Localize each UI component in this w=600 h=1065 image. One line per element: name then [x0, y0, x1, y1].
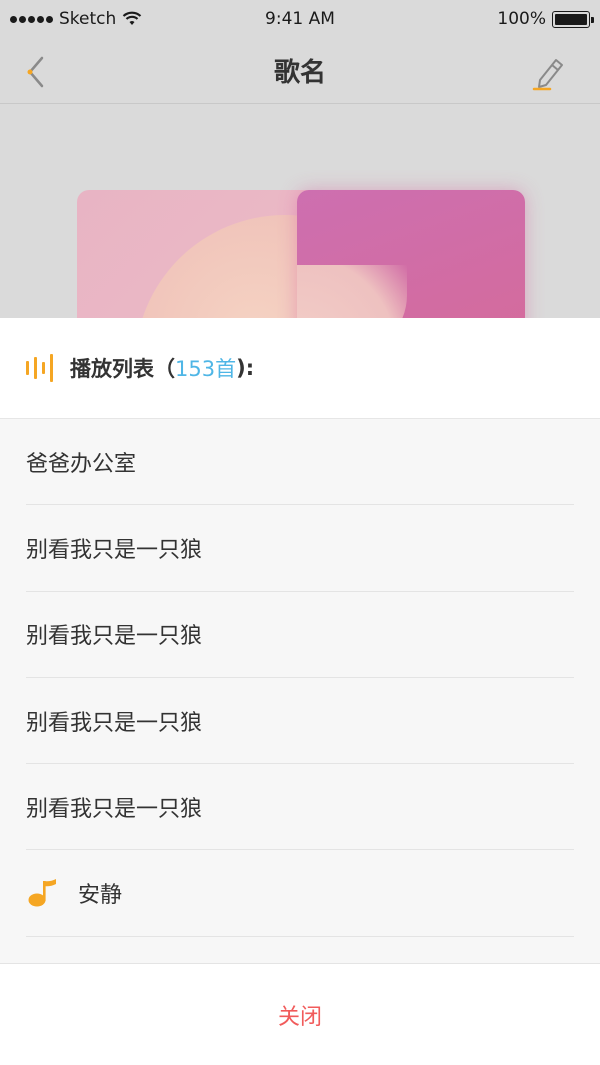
- chevron-left-icon: [27, 56, 44, 88]
- song-row[interactable]: 别看我只是一只狼: [26, 764, 574, 851]
- song-list: 爸爸办公室 别看我只是一只狼 别看我只是一只狼 别看我只是一只狼 别看我只是一只…: [0, 419, 600, 937]
- playlist-sheet: 播放列表 （ 153首 ): 爸爸办公室 别看我只是一只狼 别看我只是一只狼 别…: [0, 318, 600, 1065]
- album-cover: [0, 105, 600, 318]
- status-right: 100%: [397, 9, 594, 29]
- song-row[interactable]: 别看我只是一只狼: [26, 678, 574, 765]
- status-bar: Sketch 9:41 AM 100%: [0, 0, 600, 38]
- pencil-icon: [532, 59, 563, 91]
- back-button[interactable]: [18, 52, 54, 92]
- song-row-playing[interactable]: 安静: [26, 850, 574, 937]
- playlist-header: 播放列表 （ 153首 ):: [0, 318, 600, 419]
- playlist-paren-open: （: [154, 357, 175, 381]
- edit-button[interactable]: [530, 52, 570, 92]
- audio-wave-icon: [26, 353, 54, 383]
- playlist-count: 153首: [175, 357, 237, 381]
- song-row[interactable]: 别看我只是一只狼: [26, 592, 574, 678]
- status-time: 9:41 AM: [265, 9, 335, 29]
- song-row[interactable]: 别看我只是一只狼: [26, 505, 574, 592]
- song-title: 别看我只是一只狼: [26, 710, 203, 736]
- battery-percent: 100%: [497, 9, 546, 29]
- cover-shape-notch: [297, 265, 407, 318]
- close-label: 关闭: [277, 1004, 322, 1030]
- song-title: 别看我只是一只狼: [26, 537, 203, 563]
- battery-icon: [551, 10, 594, 28]
- close-button[interactable]: 关闭: [0, 963, 600, 1065]
- song-title: 别看我只是一只狼: [26, 796, 203, 822]
- song-title: 爸爸办公室: [26, 451, 137, 477]
- nav-bar: 歌名: [0, 38, 600, 104]
- song-title: 别看我只是一只狼: [26, 624, 203, 650]
- playlist-paren-close: ):: [236, 356, 255, 380]
- signal-strength-icon: [10, 15, 53, 23]
- wifi-icon: [123, 11, 142, 25]
- status-left: Sketch: [10, 9, 203, 29]
- playlist-title: 播放列表: [70, 357, 154, 381]
- page-title: 歌名: [273, 58, 326, 88]
- song-title: 安静: [78, 883, 123, 909]
- carrier-name: Sketch: [59, 9, 117, 29]
- music-note-icon: [26, 876, 60, 910]
- song-row[interactable]: 爸爸办公室: [26, 419, 574, 506]
